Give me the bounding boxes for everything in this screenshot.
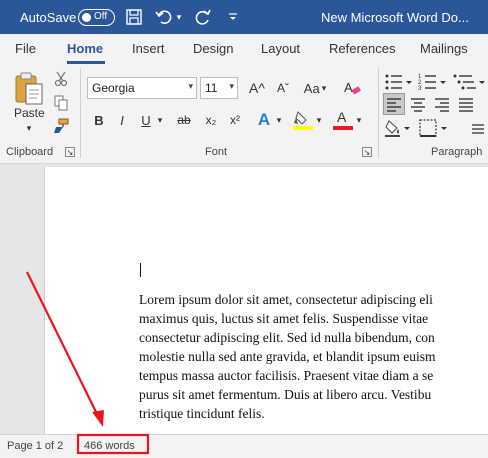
multilevel-list-button[interactable]	[452, 72, 488, 92]
body-line[interactable]: molestie nulla sed ante gravida, et blan…	[139, 349, 436, 365]
title-bar: AutoSave Off ▾ New Microsoft Word Do...	[0, 0, 488, 34]
paragraph-group-label: Paragraph	[431, 146, 483, 158]
highlight-dropdown-icon[interactable]: ▾	[314, 114, 324, 126]
superscript-button[interactable]: x²	[226, 110, 244, 130]
bullets-button[interactable]	[384, 72, 414, 92]
tab-references[interactable]: References	[329, 41, 395, 56]
font-color-swatch	[333, 126, 353, 130]
change-case-button[interactable]: Aa ▾	[302, 77, 328, 99]
document-title: New Microsoft Word Do...	[321, 10, 469, 25]
format-painter-icon[interactable]	[52, 117, 70, 135]
font-size-dropdown[interactable]: 11 ▾	[200, 77, 238, 99]
borders-button[interactable]	[418, 118, 452, 138]
paste-dropdown-icon[interactable]: ▾	[22, 122, 36, 134]
tab-file[interactable]: File	[15, 41, 36, 56]
underline-dropdown-icon[interactable]: ▾	[155, 114, 165, 126]
text-effects-dropdown-icon[interactable]: ▾	[274, 114, 284, 126]
ribbon-tabs: File Home Insert Design Layout Reference…	[0, 34, 488, 64]
font-name-value: Georgia	[92, 81, 135, 95]
body-line[interactable]: tristique tincidunt felis.	[139, 406, 265, 422]
font-color-letter: A	[337, 109, 347, 125]
align-left-button[interactable]	[383, 93, 405, 115]
save-icon[interactable]	[124, 8, 144, 26]
clipboard-launcher-icon[interactable]: ↘	[65, 147, 75, 157]
page-indicator[interactable]: Page 1 of 2	[7, 440, 63, 452]
font-name-dropdown[interactable]: Georgia ▾	[87, 77, 197, 99]
cut-icon[interactable]	[52, 70, 70, 88]
grow-font-button[interactable]: A^	[246, 77, 268, 99]
word-count[interactable]: 466 words	[84, 440, 135, 452]
numbering-button[interactable]: 123	[418, 72, 448, 92]
body-line[interactable]: maximus quis, luctus sit amet felis. Sus…	[139, 311, 428, 327]
group-divider	[378, 68, 379, 158]
text-cursor	[140, 263, 141, 277]
status-bar: Page 1 of 2 466 words	[0, 434, 488, 458]
text-effects-button[interactable]: A	[254, 109, 274, 131]
body-line[interactable]: consectetur adipiscing elit. Sed id null…	[139, 330, 435, 346]
underline-button[interactable]: U	[138, 110, 154, 130]
align-right-button[interactable]	[432, 94, 452, 114]
ribbon-home: Paste ▾ Clipboard ↘ Georgia ▾ 11 ▾ A^ Aˇ…	[0, 64, 488, 164]
group-divider	[80, 68, 81, 158]
tab-mailings[interactable]: Mailings	[420, 41, 468, 56]
autosave-state: Off	[94, 11, 108, 22]
strikethrough-button[interactable]: ab	[173, 110, 195, 130]
chevron-down-icon: ▾	[229, 81, 234, 91]
paste-icon[interactable]	[12, 70, 46, 108]
document-area[interactable]: Lorem ipsum dolor sit amet, consectetur …	[0, 164, 488, 434]
copy-icon[interactable]	[52, 94, 70, 112]
clipboard-group-label: Clipboard	[6, 146, 54, 158]
tab-design[interactable]: Design	[193, 41, 233, 56]
body-line[interactable]: purus sit amet fermentum. Duis at libero…	[139, 387, 431, 403]
tab-home[interactable]: Home	[67, 41, 103, 56]
paste-label[interactable]: Paste	[14, 106, 45, 120]
toggle-knob	[82, 13, 91, 22]
chevron-down-icon: ▾	[321, 82, 327, 93]
font-group-label: Font	[205, 146, 228, 158]
font-color-dropdown-icon[interactable]: ▾	[354, 114, 364, 126]
tab-layout[interactable]: Layout	[261, 41, 300, 56]
italic-button[interactable]: I	[114, 110, 130, 130]
shading-button[interactable]	[384, 118, 414, 138]
align-center-button[interactable]	[408, 94, 428, 114]
bold-button[interactable]: B	[91, 110, 107, 130]
font-size-value: 11	[205, 81, 218, 95]
customize-toolbar-icon[interactable]	[226, 9, 240, 25]
redo-icon[interactable]	[193, 8, 213, 26]
svg-text:3: 3	[418, 86, 422, 92]
chevron-down-icon: ▾	[188, 81, 193, 91]
justify-button[interactable]	[456, 94, 476, 114]
autosave-label: AutoSave	[20, 10, 77, 25]
svg-text:A: A	[344, 80, 353, 95]
change-case-label: Aa	[303, 80, 320, 96]
clear-formatting-icon[interactable]: A	[342, 78, 362, 98]
highlight-button[interactable]	[292, 109, 314, 131]
font-launcher-icon[interactable]: ↘	[362, 147, 372, 157]
body-line[interactable]: Lorem ipsum dolor sit amet, consectetur …	[139, 292, 433, 308]
more-paragraph-icon[interactable]	[468, 120, 488, 138]
tab-insert[interactable]: Insert	[132, 41, 165, 56]
font-color-button[interactable]: A	[332, 109, 354, 131]
undo-dropdown-icon[interactable]: ▾	[174, 10, 184, 24]
subscript-button[interactable]: x₂	[202, 110, 220, 130]
autosave-toggle[interactable]: Off	[78, 9, 115, 26]
undo-icon[interactable]	[154, 8, 174, 26]
body-line[interactable]: tempus massa auctor facilisis. Praesent …	[139, 368, 433, 384]
shrink-font-button[interactable]: Aˇ	[272, 77, 294, 99]
